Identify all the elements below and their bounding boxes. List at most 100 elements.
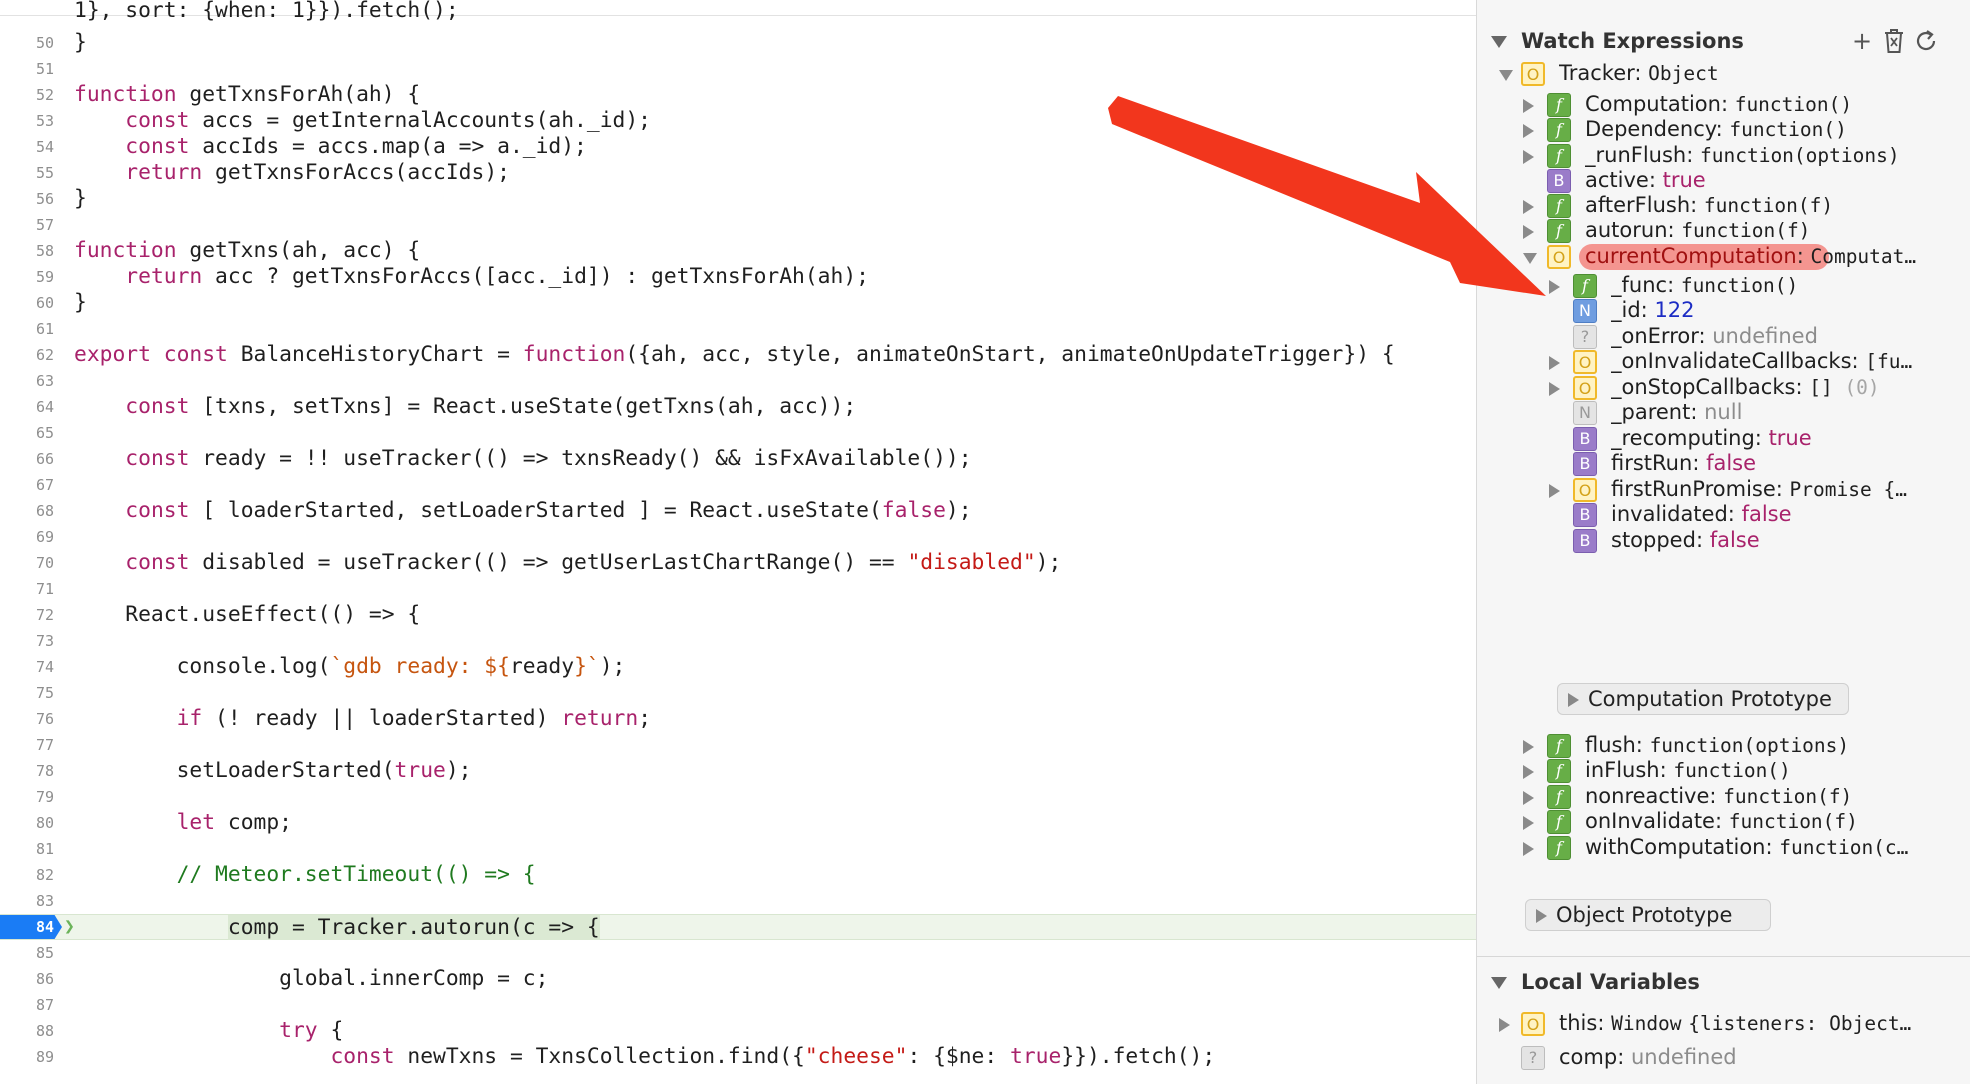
local-variables-header[interactable]: Local Variables — [1477, 967, 1970, 997]
code-line[interactable]: 54 const accIds = accs.map(a => a._id); — [0, 134, 1476, 160]
line-number[interactable]: 64 — [0, 394, 64, 420]
disclosure-triangle-icon[interactable] — [1523, 765, 1534, 779]
code-line[interactable]: 74 console.log(`gdb ready: ${ready}`); — [0, 654, 1476, 680]
line-number[interactable]: 59 — [0, 264, 64, 290]
line-number[interactable]: 85 — [0, 940, 64, 966]
line-number[interactable]: 55 — [0, 160, 64, 186]
code-line[interactable]: 76 if (! ready || loaderStarted) return; — [0, 706, 1476, 732]
disclosure-triangle-icon[interactable] — [1523, 124, 1534, 138]
code-line[interactable]: 78 setLoaderStarted(true); — [0, 758, 1476, 784]
line-number[interactable]: 75 — [0, 680, 64, 706]
watch-row-currentcomputation[interactable]: OcurrentComputation: Computat… — [1477, 241, 1970, 271]
code-line[interactable]: 83 — [0, 888, 1476, 914]
line-number[interactable]: 88 — [0, 1018, 64, 1044]
code-line[interactable]: 67 — [0, 472, 1476, 498]
disclosure-triangle-icon[interactable] — [1491, 977, 1507, 989]
line-number[interactable]: 66 — [0, 446, 64, 472]
line-number[interactable]: 61 — [0, 316, 64, 342]
watch-row-withcomputation[interactable]: f withComputation: function(c… — [1477, 832, 1970, 862]
line-number[interactable]: 53 — [0, 108, 64, 134]
code-line[interactable]: 85 — [0, 940, 1476, 966]
line-number[interactable]: 58 — [0, 238, 64, 264]
line-number[interactable]: 51 — [0, 56, 64, 82]
code-line[interactable]: 59 return acc ? getTxnsForAccs([acc._id]… — [0, 264, 1476, 290]
code-line[interactable]: 58 function getTxns(ah, acc) { — [0, 238, 1476, 264]
line-number[interactable]: 81 — [0, 836, 64, 862]
line-number[interactable]: 56 — [0, 186, 64, 212]
code-editor[interactable]: 1}, sort: {when: 1}}).fetch(); 50} 51 52 fun… — [0, 0, 1476, 1084]
code-line[interactable]: 81 — [0, 836, 1476, 862]
code-line[interactable]: 68 const [ loaderStarted, setLoaderStart… — [0, 498, 1476, 524]
line-number[interactable]: 71 — [0, 576, 64, 602]
line-number[interactable]: 76 — [0, 706, 64, 732]
watch-expressions-header[interactable]: Watch Expressions + — [1477, 26, 1970, 56]
disclosure-triangle-icon[interactable] — [1499, 70, 1513, 81]
line-number[interactable]: 89 — [0, 1044, 64, 1070]
code-line[interactable]: 71 — [0, 576, 1476, 602]
line-number[interactable]: 52 — [0, 82, 64, 108]
line-number[interactable]: 62 — [0, 342, 64, 368]
line-number[interactable]: 69 — [0, 524, 64, 550]
line-number[interactable]: 68 — [0, 498, 64, 524]
code-line[interactable]: 88 try { — [0, 1018, 1476, 1044]
code-line[interactable]: 86 global.innerComp = c; — [0, 966, 1476, 992]
disclosure-triangle-icon[interactable] — [1491, 36, 1507, 48]
code-line[interactable]: 63 — [0, 368, 1476, 394]
line-number[interactable]: 57 — [0, 212, 64, 238]
line-number[interactable]: 82 — [0, 862, 64, 888]
code-line[interactable]: 55 return getTxnsForAccs(accIds); — [0, 160, 1476, 186]
code-line[interactable]: 56} — [0, 186, 1476, 212]
disclosure-triangle-icon[interactable] — [1549, 280, 1560, 294]
line-number[interactable]: 73 — [0, 628, 64, 654]
add-watch-button[interactable]: + — [1849, 28, 1875, 54]
disclosure-triangle-icon[interactable] — [1549, 484, 1560, 498]
line-number[interactable]: 72 — [0, 602, 64, 628]
refresh-icon[interactable] — [1913, 28, 1939, 54]
line-number[interactable]: 79 — [0, 784, 64, 810]
local-var-comp[interactable]: ? comp: undefined — [1477, 1042, 1970, 1072]
line-number[interactable]: 78 — [0, 758, 64, 784]
code-line[interactable]: 60} — [0, 290, 1476, 316]
code-line[interactable]: 62 export const BalanceHistoryChart = fun… — [0, 342, 1476, 368]
disclosure-triangle-icon[interactable] — [1523, 225, 1534, 239]
code-line[interactable]: 65 — [0, 420, 1476, 446]
line-number[interactable]: 67 — [0, 472, 64, 498]
disclosure-triangle-icon[interactable] — [1499, 1018, 1510, 1032]
object-prototype-button[interactable]: Object Prototype — [1525, 899, 1771, 931]
disclosure-triangle-icon[interactable] — [1523, 740, 1534, 754]
code-line[interactable]: 73 — [0, 628, 1476, 654]
watch-row-stopped[interactable]: Bstopped: false — [1477, 525, 1970, 555]
disclosure-triangle-icon[interactable] — [1523, 842, 1534, 856]
code-line[interactable]: 77 — [0, 732, 1476, 758]
watch-row-tracker[interactable]: O Tracker: Object — [1477, 58, 1970, 88]
line-number[interactable]: 77 — [0, 732, 64, 758]
code-line[interactable]: 66 const ready = !! useTracker(() => txn… — [0, 446, 1476, 472]
code-line[interactable]: 50} — [0, 30, 1476, 56]
code-line[interactable]: 82 // Meteor.setTimeout(() => { — [0, 862, 1476, 888]
code-line[interactable]: 52 function getTxnsForAh(ah) { — [0, 82, 1476, 108]
disclosure-triangle-icon[interactable] — [1523, 791, 1534, 805]
code-line[interactable]: 61 — [0, 316, 1476, 342]
line-number[interactable]: 65 — [0, 420, 64, 446]
line-number[interactable]: 63 — [0, 368, 64, 394]
disclosure-triangle-icon[interactable] — [1523, 200, 1534, 214]
current-code-line[interactable]: 84 ❯ comp = Tracker.autorun(c => { — [0, 914, 1476, 940]
disclosure-triangle-icon[interactable] — [1523, 99, 1534, 113]
code-line[interactable]: 1}, sort: {when: 1}}).fetch(); — [0, 0, 1476, 30]
line-number[interactable]: 70 — [0, 550, 64, 576]
computation-prototype-button[interactable]: Computation Prototype — [1557, 683, 1849, 715]
code-line[interactable]: 87 — [0, 992, 1476, 1018]
line-number[interactable]: 60 — [0, 290, 64, 316]
code-line[interactable]: 51 — [0, 56, 1476, 82]
disclosure-triangle-icon[interactable] — [1523, 253, 1537, 264]
code-line[interactable]: 75 — [0, 680, 1476, 706]
line-number[interactable]: 86 — [0, 966, 64, 992]
code-line[interactable]: 79 — [0, 784, 1476, 810]
code-line[interactable]: 64 const [txns, setTxns] = React.useStat… — [0, 394, 1476, 420]
line-number[interactable]: 87 — [0, 992, 64, 1018]
disclosure-triangle-icon[interactable] — [1523, 150, 1534, 164]
line-number[interactable]: 50 — [0, 30, 64, 56]
line-number[interactable]: 83 — [0, 888, 64, 914]
code-line[interactable]: 57 — [0, 212, 1476, 238]
line-number[interactable]: 80 — [0, 810, 64, 836]
